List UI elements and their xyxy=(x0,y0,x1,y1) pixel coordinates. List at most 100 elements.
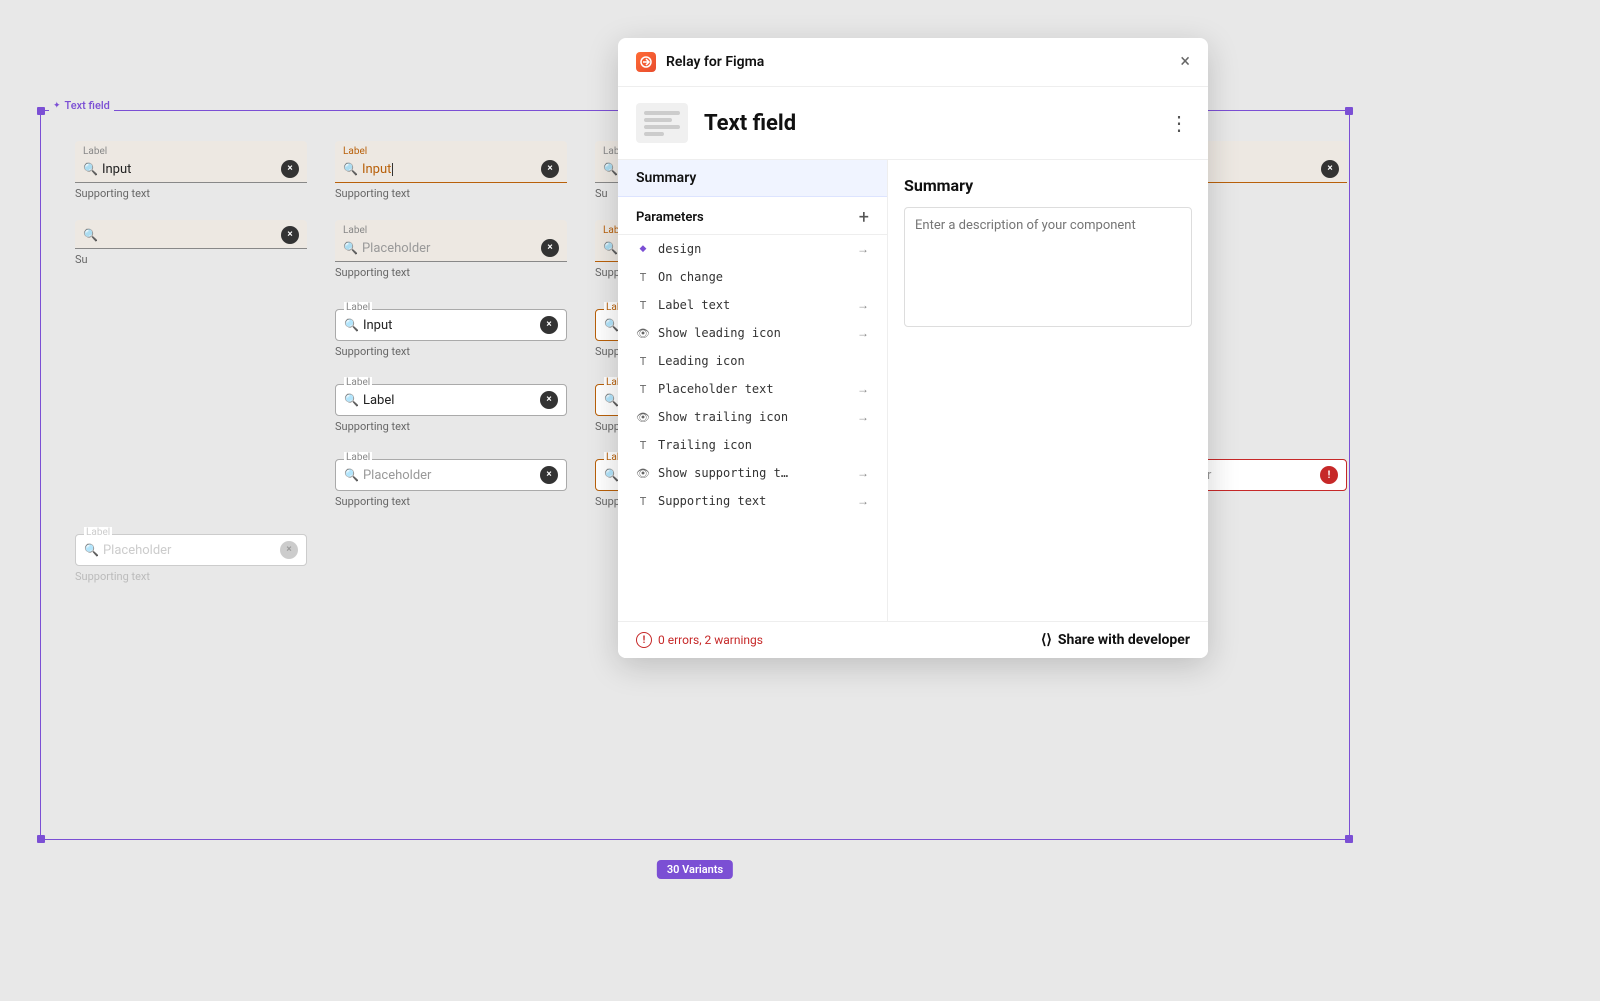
arrow-icon: → xyxy=(857,326,869,340)
param-item-design[interactable]: ◆ design → xyxy=(618,235,887,263)
search-icon: 🔍 xyxy=(344,393,359,407)
field-value: Input xyxy=(363,318,536,333)
field-value: Input xyxy=(362,162,537,177)
description-textarea[interactable] xyxy=(904,207,1192,327)
params-list: ◆ design → T On change T Label text → xyxy=(618,235,887,621)
warnings-display: ! 0 errors, 2 warnings xyxy=(636,632,763,648)
param-name: design xyxy=(658,242,849,256)
clear-button[interactable]: × xyxy=(281,160,299,178)
warning-icon: ! xyxy=(636,632,652,648)
clear-button[interactable]: × xyxy=(281,226,299,244)
relay-panel: Relay for Figma × Text field ⋮ Summary xyxy=(618,38,1208,658)
param-name: Show leading icon xyxy=(658,326,849,340)
share-button[interactable]: ⟨⟩ Share with developer xyxy=(1041,632,1190,648)
field-placeholder: Placeholder xyxy=(103,543,276,558)
clear-button[interactable]: × xyxy=(541,239,559,257)
field-label: Label xyxy=(83,147,299,157)
text-type-icon: T xyxy=(636,299,650,312)
relay-footer: ! 0 errors, 2 warnings ⟨⟩ Share with dev… xyxy=(618,621,1208,658)
list-item: Label 🔍 Input × Supporting text xyxy=(321,131,581,210)
search-icon: 🔍 xyxy=(603,241,618,255)
component-header: Text field ⋮ xyxy=(618,87,1208,160)
clear-button[interactable]: × xyxy=(1321,160,1339,178)
param-name: Show trailing icon xyxy=(658,410,849,424)
param-item-supportingtext[interactable]: T Supporting text → xyxy=(618,487,887,515)
list-item: 🔍 × Su xyxy=(61,210,321,289)
list-item: Label 🔍 Placeholder × Supporting text xyxy=(321,443,581,518)
clear-button[interactable]: × xyxy=(541,160,559,178)
clear-button[interactable]: × xyxy=(540,316,558,334)
frame-corner-tl xyxy=(37,107,45,115)
text-type-icon: T xyxy=(636,439,650,452)
clear-button[interactable]: × xyxy=(280,541,298,559)
param-item-showtrailing[interactable]: 👁 Show trailing icon → xyxy=(618,403,887,431)
relay-app-title: Relay for Figma xyxy=(666,54,1170,70)
param-item-onchange[interactable]: T On change xyxy=(618,263,887,291)
param-item-labeltext[interactable]: T Label text → xyxy=(618,291,887,319)
supporting-text: Supporting text xyxy=(335,266,567,279)
search-icon: 🔍 xyxy=(83,162,98,176)
search-icon: 🔍 xyxy=(83,228,98,242)
search-icon: 🔍 xyxy=(344,468,359,482)
arrow-icon: → xyxy=(857,298,869,312)
parameters-title: Parameters xyxy=(636,210,704,225)
supporting-text: Supporting text xyxy=(75,187,307,200)
list-item: Label 🔍 Input × Supporting text xyxy=(321,289,581,368)
supporting-text: Supporting text xyxy=(335,187,567,200)
list-item xyxy=(61,289,321,368)
param-name: Supporting text xyxy=(658,494,849,508)
param-name: Leading icon xyxy=(658,354,869,368)
relay-left-panel: Summary Parameters + ◆ design → T On cha xyxy=(618,160,888,621)
arrow-icon: → xyxy=(857,466,869,480)
tab-summary[interactable]: Summary xyxy=(618,160,887,197)
warnings-text: 0 errors, 2 warnings xyxy=(658,633,763,647)
param-item-showleading[interactable]: 👁 Show leading icon → xyxy=(618,319,887,347)
relay-right-panel: Summary xyxy=(888,160,1208,621)
field-label: Label xyxy=(343,147,559,157)
param-item-placeholdertext[interactable]: T Placeholder text → xyxy=(618,375,887,403)
search-icon: 🔍 xyxy=(343,241,358,255)
text-type-icon: T xyxy=(636,495,650,508)
search-icon: 🔍 xyxy=(84,543,99,557)
search-icon: 🔍 xyxy=(603,162,618,176)
field-placeholder: Placeholder xyxy=(362,241,537,256)
param-name: Show supporting t… xyxy=(658,466,849,480)
relay-logo xyxy=(636,52,656,72)
relay-header: Relay for Figma × xyxy=(618,38,1208,87)
search-icon: 🔍 xyxy=(344,318,359,332)
arrow-icon: → xyxy=(857,382,869,396)
frame-corner-br xyxy=(1345,835,1353,843)
list-item xyxy=(61,368,321,443)
eye-icon: 👁 xyxy=(636,327,650,340)
component-thumbnail xyxy=(636,103,688,143)
share-label: Share with developer xyxy=(1058,632,1190,648)
search-icon: 🔍 xyxy=(343,162,358,176)
frame-label: ✦ Text field xyxy=(49,99,114,112)
supporting-text: Supporting text xyxy=(75,570,307,583)
relay-body: Summary Parameters + ◆ design → T On cha xyxy=(618,160,1208,621)
search-icon: 🔍 xyxy=(604,318,619,332)
list-item: Label 🔍 Label × Supporting text xyxy=(321,368,581,443)
canvas: ✦ Text field Label 🔍 Input × Suppo xyxy=(0,0,1600,1001)
clear-button[interactable]: × xyxy=(540,391,558,409)
text-type-icon: T xyxy=(636,271,650,284)
supporting-text: Supporting text xyxy=(335,495,567,508)
close-button[interactable]: × xyxy=(1180,53,1190,71)
summary-title: Summary xyxy=(904,176,1192,195)
search-icon: 🔍 xyxy=(604,393,619,407)
clear-button[interactable]: × xyxy=(540,466,558,484)
param-name: On change xyxy=(658,270,869,284)
param-name: Placeholder text xyxy=(658,382,849,396)
field-value: Label xyxy=(363,393,536,408)
field-label: Label xyxy=(343,226,559,236)
error-icon: ! xyxy=(1320,466,1338,484)
field-placeholder: Placeholder xyxy=(363,468,536,483)
param-item-showsupporting[interactable]: 👁 Show supporting t… → xyxy=(618,459,887,487)
add-parameter-button[interactable]: + xyxy=(859,207,869,228)
kebab-menu-button[interactable]: ⋮ xyxy=(1169,111,1190,135)
param-item-leadingicon[interactable]: T Leading icon xyxy=(618,347,887,375)
text-type-icon: T xyxy=(636,355,650,368)
frame-corner-bl xyxy=(37,835,45,843)
param-name: Trailing icon xyxy=(658,438,869,452)
param-item-trailingicon[interactable]: T Trailing icon xyxy=(618,431,887,459)
